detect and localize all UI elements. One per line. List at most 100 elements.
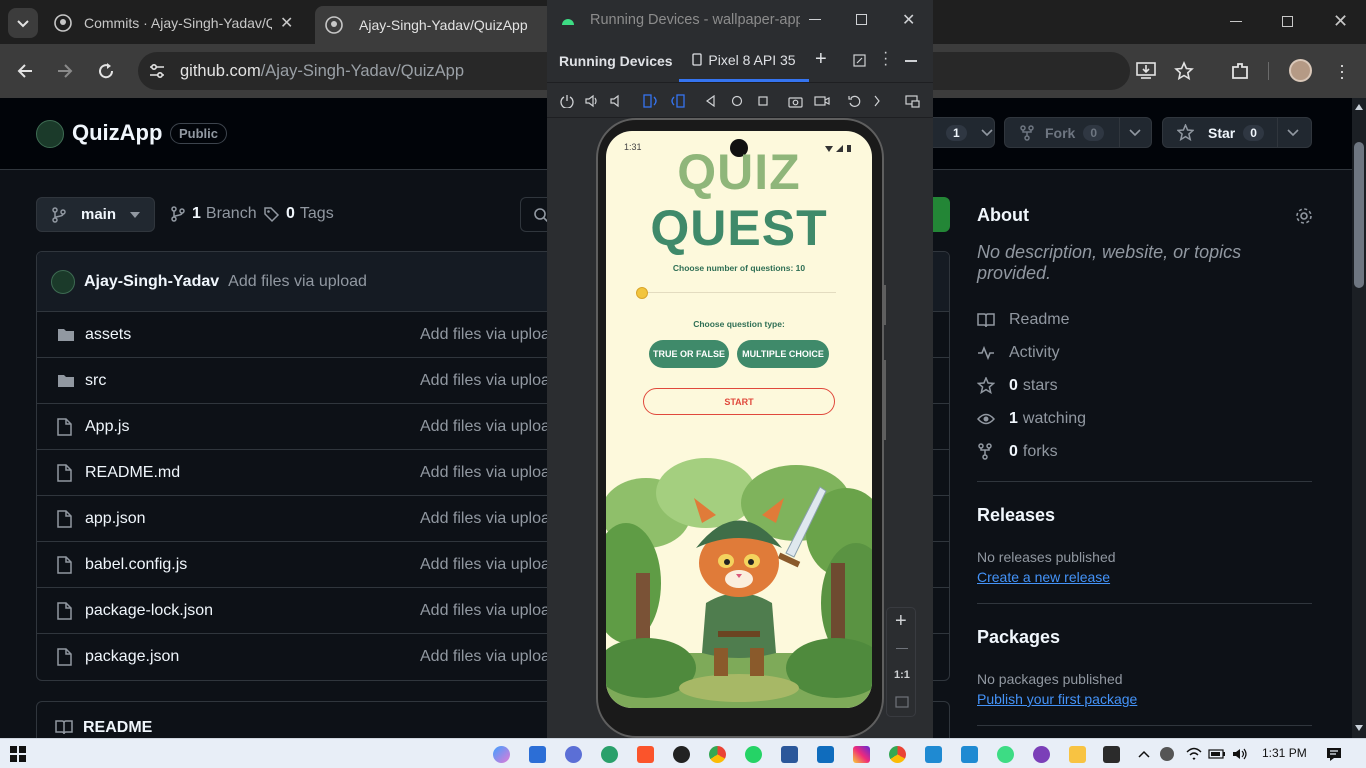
readme-link[interactable]: Readme: [977, 303, 1313, 336]
file-commit-message[interactable]: Add files via uploa: [420, 418, 550, 436]
power-icon[interactable]: [560, 94, 574, 108]
chevron-down-icon[interactable]: [1287, 129, 1299, 137]
minimize-icon[interactable]: [809, 19, 821, 20]
file-explorer-icon[interactable]: [1069, 746, 1086, 763]
repo-name[interactable]: QuizApp: [72, 120, 162, 146]
releases-heading[interactable]: Releases: [977, 505, 1313, 526]
branches-link[interactable]: 1 Branch: [170, 205, 257, 223]
file-name-link[interactable]: README.md: [85, 464, 180, 482]
publish-package-link[interactable]: Publish your first package: [977, 691, 1313, 707]
chrome-icon[interactable]: [709, 746, 726, 763]
file-name-link[interactable]: App.js: [85, 418, 129, 436]
commit-message[interactable]: Add files via upload: [228, 273, 367, 291]
device-tab[interactable]: Pixel 8 API 35: [679, 40, 809, 82]
instagram-icon[interactable]: [853, 746, 870, 763]
tab-quizapp[interactable]: Ajay-Singh-Yadav/QuizApp: [315, 6, 555, 44]
bookmark-star-icon[interactable]: [1174, 61, 1194, 81]
phone-side-button[interactable]: [883, 360, 886, 440]
file-commit-message[interactable]: Add files via uploa: [420, 648, 550, 666]
screenshot-icon[interactable]: [788, 95, 803, 108]
stars-link[interactable]: 0 stars: [977, 369, 1313, 402]
reload-icon[interactable]: [97, 62, 115, 80]
widgets-icon[interactable]: [529, 746, 546, 763]
zoom-out-icon[interactable]: [896, 648, 908, 649]
vscode-icon[interactable]: [961, 746, 978, 763]
star-button[interactable]: Star 0: [1162, 117, 1312, 148]
file-name-link[interactable]: assets: [85, 326, 131, 344]
phone-side-button[interactable]: [883, 285, 886, 325]
file-commit-message[interactable]: Add files via uploa: [420, 326, 550, 344]
file-commit-message[interactable]: Add files via uploa: [420, 372, 550, 390]
more-options-icon[interactable]: · · ·: [883, 45, 888, 73]
taskbar-clock[interactable]: 1:31 PM: [1262, 746, 1307, 760]
questions-slider[interactable]: [636, 287, 836, 299]
branch-selector[interactable]: main: [36, 197, 155, 232]
back-button-icon[interactable]: [705, 95, 717, 107]
site-settings-icon[interactable]: [148, 62, 166, 80]
outlook-icon[interactable]: [817, 746, 834, 763]
maximize-icon[interactable]: [856, 14, 867, 25]
whatsapp-icon[interactable]: [745, 746, 762, 763]
scroll-thumb[interactable]: [1354, 142, 1364, 288]
zoom-actual-size[interactable]: 1:1: [894, 669, 910, 681]
start-button[interactable]: START: [643, 388, 835, 415]
snapshot-icon[interactable]: [848, 94, 862, 108]
chevron-right-icon[interactable]: [873, 95, 881, 107]
file-name-link[interactable]: app.json: [85, 510, 146, 528]
copilot-icon[interactable]: [493, 746, 510, 763]
fit-screen-icon[interactable]: [895, 696, 909, 708]
zoom-in-icon[interactable]: +: [895, 610, 907, 633]
create-release-link[interactable]: Create a new release: [977, 569, 1313, 585]
rotate-right-icon[interactable]: [669, 94, 685, 108]
author-avatar[interactable]: [51, 269, 75, 294]
file-commit-message[interactable]: Add files via uploa: [420, 556, 550, 574]
file-name-link[interactable]: package.json: [85, 648, 179, 666]
onedrive-icon[interactable]: [1160, 747, 1174, 761]
close-icon[interactable]: ✕: [902, 10, 915, 30]
overview-button-icon[interactable]: [757, 95, 769, 107]
avatar[interactable]: [1289, 59, 1312, 82]
brave-icon[interactable]: [637, 746, 654, 763]
wifi-icon[interactable]: [1186, 747, 1202, 761]
slider-thumb[interactable]: [636, 287, 648, 299]
forward-arrow-icon[interactable]: [56, 62, 74, 80]
tab-search-button[interactable]: [8, 8, 38, 38]
record-icon[interactable]: [814, 95, 830, 107]
add-tab-icon[interactable]: +: [815, 48, 827, 71]
true-false-button[interactable]: TRUE OR FALSE: [649, 340, 729, 368]
detach-icon[interactable]: [853, 54, 866, 67]
volume-up-icon[interactable]: [585, 94, 599, 108]
readme-tab[interactable]: README: [83, 719, 152, 737]
restore-icon[interactable]: [1282, 16, 1293, 27]
file-name-link[interactable]: src: [85, 372, 106, 390]
word-icon[interactable]: [781, 746, 798, 763]
volume-down-icon[interactable]: [610, 94, 624, 108]
device-mirror-icon[interactable]: [905, 95, 920, 108]
watch-button[interactable]: 1: [930, 117, 995, 148]
file-name-link[interactable]: babel.config.js: [85, 556, 187, 574]
home-button-icon[interactable]: [731, 95, 743, 107]
tab-commits[interactable]: Commits · Ajay-Singh-Yadav/Qu ✕: [50, 8, 310, 38]
media-player-icon[interactable]: [673, 746, 690, 763]
rotate-left-icon[interactable]: [643, 94, 659, 108]
install-app-icon[interactable]: [1136, 62, 1156, 80]
vscode-icon[interactable]: [925, 746, 942, 763]
settings-app-icon[interactable]: [565, 746, 582, 763]
file-name-link[interactable]: package-lock.json: [85, 602, 213, 620]
close-window-icon[interactable]: ✕: [1333, 11, 1348, 32]
multiple-choice-button[interactable]: MULTIPLE CHOICE: [737, 340, 829, 368]
volume-icon[interactable]: [1232, 747, 1248, 761]
hide-panel-icon[interactable]: [905, 60, 917, 62]
notification-icon[interactable]: [1326, 747, 1342, 761]
repo-avatar[interactable]: [36, 120, 64, 148]
back-arrow-icon[interactable]: [16, 62, 34, 80]
battery-icon[interactable]: [1208, 748, 1226, 760]
page-scrollbar[interactable]: [1352, 98, 1366, 738]
watching-link[interactable]: 1 watching: [977, 402, 1313, 435]
minimize-icon[interactable]: [1230, 21, 1242, 22]
file-commit-message[interactable]: Add files via uploa: [420, 602, 550, 620]
chevron-up-icon[interactable]: [1138, 750, 1150, 758]
file-commit-message[interactable]: Add files via uploa: [420, 464, 550, 482]
chrome-profile-icon[interactable]: [889, 746, 906, 763]
packages-heading[interactable]: Packages: [977, 627, 1313, 648]
